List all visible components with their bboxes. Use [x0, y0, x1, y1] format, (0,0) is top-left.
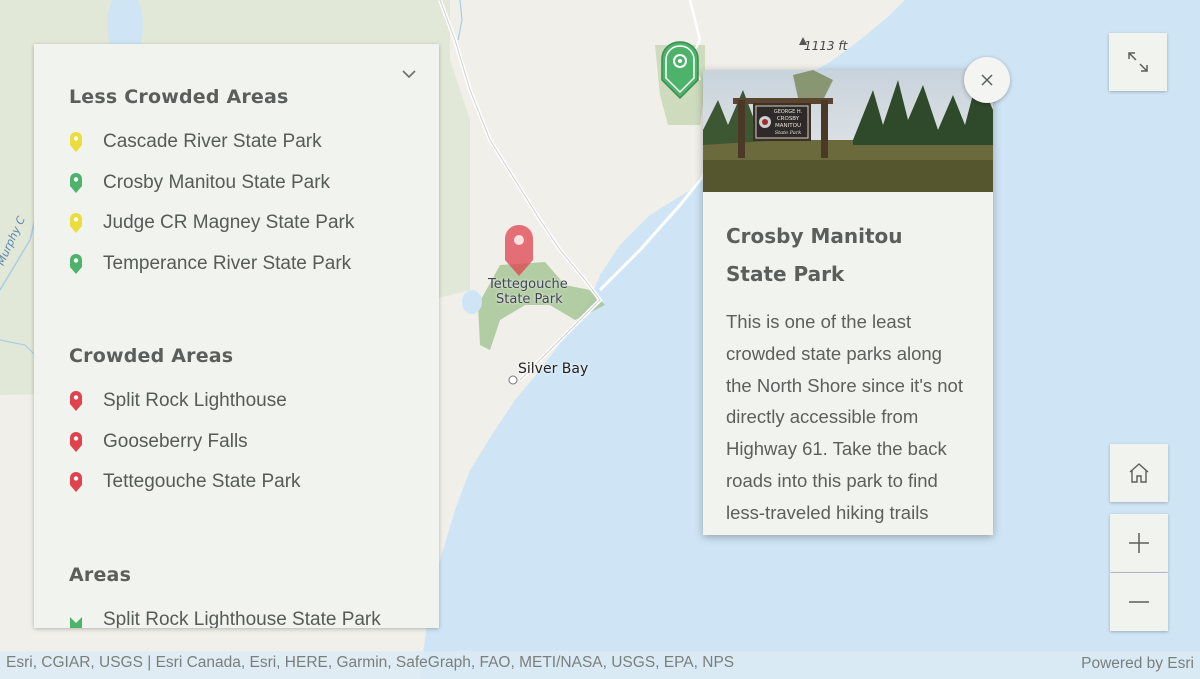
town-marker [508, 375, 518, 385]
map-pin-crosby-selected[interactable] [660, 40, 700, 100]
plus-icon [1129, 533, 1149, 553]
zoom-out-button[interactable] [1110, 573, 1168, 631]
sign-line-1: GEORGE H. [774, 109, 803, 115]
pin-icon [70, 172, 82, 193]
expand-icon [1128, 52, 1148, 72]
popup-description: This is one of the least crowded state p… [726, 311, 963, 523]
pin-icon [70, 431, 82, 452]
attribution-bar: Esri, CGIAR, USGS | Esri Canada, Esri, H… [0, 651, 1200, 679]
sign-line-4: State Park [775, 130, 802, 136]
pin-icon [70, 391, 82, 412]
legend-item-cascade[interactable]: Cascade River State Park [69, 122, 429, 163]
pin-icon [70, 132, 82, 153]
map-pin-tettegouche[interactable] [504, 224, 534, 278]
feature-popup: GEORGE H. CROSBY MANITOU State Park Cros… [703, 70, 993, 535]
area-icon [70, 617, 82, 628]
legend-item-label: Split Rock Lighthouse [103, 390, 287, 412]
section-title: Less Crowded Areas [69, 86, 289, 108]
minus-icon [1129, 601, 1149, 603]
legend-item-tettegouche[interactable]: Tettegouche State Park [69, 462, 429, 503]
park-label-line1: Tettegouche [488, 277, 568, 292]
town-label: Silver Bay [518, 361, 589, 377]
legend-panel: Less Crowded Areas Cascade River State P… [34, 44, 439, 628]
park-label-line2: State Park [496, 292, 563, 307]
legend-section-crowded: Crowded Areas Split Rock Lighthouse Goos… [69, 345, 429, 503]
home-icon [1129, 463, 1149, 483]
pin-icon [70, 213, 82, 234]
powered-by-link[interactable]: Powered by Esri [1081, 655, 1194, 673]
section-title: Areas [69, 564, 132, 586]
expand-button[interactable] [1109, 33, 1167, 91]
legend-item-label: Tettegouche State Park [103, 471, 301, 493]
chevron-down-icon [402, 69, 416, 78]
legend-item-label: Cascade River State Park [103, 131, 322, 153]
popup-close-button[interactable] [964, 57, 1010, 103]
close-icon [981, 74, 993, 86]
pin-icon [70, 472, 82, 493]
legend-item-split-rock[interactable]: Split Rock Lighthouse [69, 381, 429, 422]
pin-icon [70, 254, 82, 275]
inland-lake-2 [462, 290, 482, 314]
popup-title: Crosby Manitou State Park [726, 224, 903, 286]
home-button[interactable] [1110, 444, 1168, 502]
legend-item-label: Crosby Manitou State Park [103, 171, 331, 193]
legend-item-label: Judge CR Magney State Park [103, 212, 355, 234]
legend-section-areas: Areas Split Rock Lighthouse State Park [69, 564, 429, 628]
legend-item-gooseberry[interactable]: Gooseberry Falls [69, 422, 429, 463]
zoom-in-button[interactable] [1110, 514, 1168, 572]
park-sign-photo: GEORGE H. CROSBY MANITOU State Park [703, 70, 993, 192]
legend-item-split-rock-state-park[interactable]: Split Rock Lighthouse State Park [69, 600, 429, 628]
legend-section-less-crowded: Less Crowded Areas Cascade River State P… [69, 86, 429, 284]
elevation-label: 1113 ft [804, 39, 848, 53]
legend-item-label: Gooseberry Falls [103, 430, 248, 452]
sign-line-2: CROSBY [777, 116, 800, 122]
attribution-text[interactable]: Esri, CGIAR, USGS | Esri Canada, Esri, H… [6, 654, 734, 672]
legend-item-crosby[interactable]: Crosby Manitou State Park [69, 163, 429, 204]
legend-item-label: Temperance River State Park [103, 253, 352, 275]
legend-item-label: Split Rock Lighthouse State Park [103, 609, 381, 628]
sign-line-3: MANITOU [775, 123, 801, 129]
legend-item-judge-cr-magney[interactable]: Judge CR Magney State Park [69, 203, 429, 244]
section-title: Crowded Areas [69, 345, 234, 367]
legend-item-temperance[interactable]: Temperance River State Park [69, 244, 429, 285]
legend-collapse-button[interactable] [399, 64, 419, 84]
